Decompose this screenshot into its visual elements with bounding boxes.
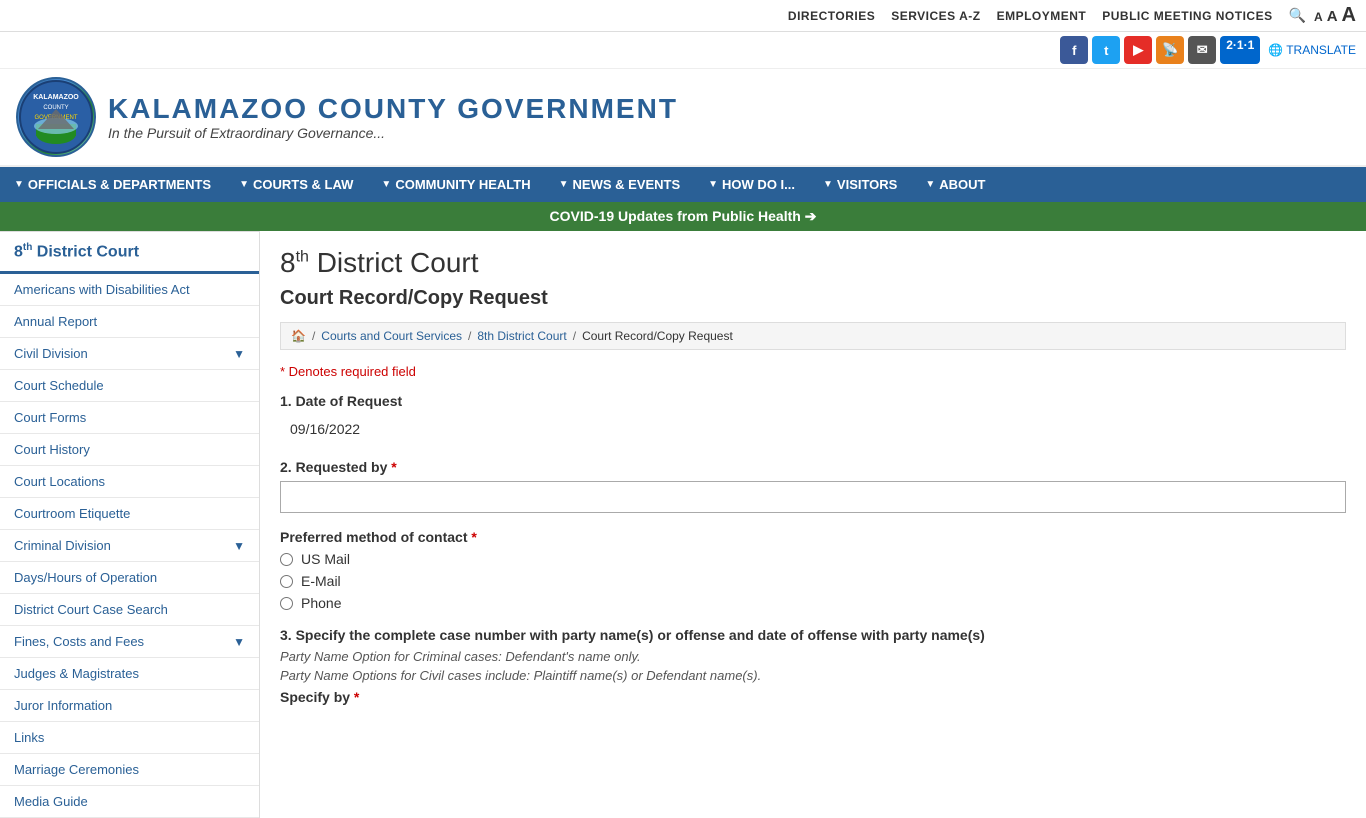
contact-radio-group: US Mail E-Mail Phone (280, 551, 1346, 611)
page-layout: 8th District Court Americans with Disabi… (0, 231, 1366, 818)
sidebar-item-civil[interactable]: Civil Division ▼ (0, 338, 259, 370)
q3-hint2: Party Name Options for Civil cases inclu… (280, 668, 1346, 683)
main-content: 8th District Court Court Record/Copy Req… (260, 231, 1366, 818)
dial-211[interactable]: 2·1·1 (1220, 36, 1260, 64)
translate-link[interactable]: 🌐 TRANSLATE (1268, 43, 1356, 57)
q3-hint1: Party Name Option for Criminal cases: De… (280, 649, 1346, 664)
header: KALAMAZOO COUNTY GOVERNMENT KALAMAZOO CO… (0, 69, 1366, 167)
chevron-down-icon-fines: ▼ (233, 635, 245, 649)
breadcrumb-current: Court Record/Copy Request (582, 329, 733, 343)
employment-link[interactable]: EMPLOYMENT (997, 9, 1087, 23)
sidebar-item-annual-report[interactable]: Annual Report (0, 306, 259, 338)
requestedby-label: 2. Requested by * (280, 459, 1346, 475)
sidebar-item-criminal[interactable]: Criminal Division ▼ (0, 530, 259, 562)
nav-officials[interactable]: ▼ OFFICIALS & DEPARTMENTS (0, 167, 225, 202)
main-nav: ▼ OFFICIALS & DEPARTMENTS ▼ COURTS & LAW… (0, 167, 1366, 202)
breadcrumb-district[interactable]: 8th District Court (477, 329, 566, 343)
top-bar-right: 🔍 A A A (1289, 4, 1356, 27)
specify-by-row: Specify by * (280, 689, 1346, 705)
nav-visitors[interactable]: ▼ VISITORS (809, 167, 911, 202)
email-icon[interactable]: ✉ (1188, 36, 1216, 64)
sidebar-item-media[interactable]: Media Guide (0, 786, 259, 818)
sidebar-item-locations[interactable]: Court Locations (0, 466, 259, 498)
social-icons: f t ▶ 📡 ✉ 2·1·1 (1060, 36, 1260, 64)
search-icon[interactable]: 🔍 (1289, 7, 1306, 24)
youtube-icon[interactable]: ▶ (1124, 36, 1152, 64)
nav-news[interactable]: ▼ NEWS & EVENTS (545, 167, 695, 202)
sidebar-item-links[interactable]: Links (0, 722, 259, 754)
date-value: 09/16/2022 (280, 415, 1346, 443)
sidebar-item-case-search[interactable]: District Court Case Search (0, 594, 259, 626)
facebook-icon[interactable]: f (1060, 36, 1088, 64)
font-medium[interactable]: A (1327, 8, 1338, 25)
sidebar-item-history[interactable]: Court History (0, 434, 259, 466)
nav-community[interactable]: ▼ COMMUNITY HEALTH (367, 167, 544, 202)
radio-usmail: US Mail (280, 551, 1346, 567)
form-section-date: 1. Date of Request 09/16/2022 (280, 393, 1346, 443)
logo-text: KALAMAZOO COUNTY GOVERNMENT In the Pursu… (108, 93, 678, 141)
sidebar-item-forms[interactable]: Court Forms (0, 402, 259, 434)
radio-phone: Phone (280, 595, 1346, 611)
directories-link[interactable]: DIRECTORIES (788, 9, 875, 23)
radio-phone-input[interactable] (280, 597, 293, 610)
font-small[interactable]: A (1314, 10, 1323, 24)
page-title: 8th District Court (280, 247, 1346, 279)
nav-how-do-i[interactable]: ▼ HOW DO I... (694, 167, 809, 202)
county-name: KALAMAZOO COUNTY GOVERNMENT (108, 93, 678, 125)
sidebar-item-fines[interactable]: Fines, Costs and Fees ▼ (0, 626, 259, 658)
radio-usmail-input[interactable] (280, 553, 293, 566)
twitter-icon[interactable]: t (1092, 36, 1120, 64)
breadcrumb-courts[interactable]: Courts and Court Services (321, 329, 462, 343)
radio-email: E-Mail (280, 573, 1346, 589)
sidebar: 8th District Court Americans with Disabi… (0, 231, 260, 818)
page-subtitle: Court Record/Copy Request (280, 287, 1346, 310)
breadcrumb-home[interactable]: 🏠 (291, 329, 306, 343)
sidebar-item-ada[interactable]: Americans with Disabilities Act (0, 274, 259, 306)
sidebar-item-hours[interactable]: Days/Hours of Operation (0, 562, 259, 594)
form-section-case: 3. Specify the complete case number with… (280, 627, 1346, 705)
specify-label: Specify by * (280, 689, 359, 705)
q3-question: 3. Specify the complete case number with… (280, 627, 1346, 643)
sidebar-item-schedule[interactable]: Court Schedule (0, 370, 259, 402)
public-meeting-link[interactable]: PUBLIC MEETING NOTICES (1102, 9, 1272, 23)
svg-text:KALAMAZOO: KALAMAZOO (33, 94, 79, 101)
rss-icon[interactable]: 📡 (1156, 36, 1184, 64)
nav-courts[interactable]: ▼ COURTS & LAW (225, 167, 367, 202)
top-bar: DIRECTORIES SERVICES A-Z EMPLOYMENT PUBL… (0, 0, 1366, 32)
form-section-contact: Preferred method of contact * US Mail E-… (280, 529, 1346, 611)
chevron-down-icon-criminal: ▼ (233, 539, 245, 553)
sidebar-title: 8th District Court (0, 231, 259, 274)
covid-bar[interactable]: COVID-19 Updates from Public Health ➔ (0, 202, 1366, 231)
required-note: * Denotes required field (280, 364, 1346, 379)
county-tagline: In the Pursuit of Extraordinary Governan… (108, 125, 678, 141)
sidebar-item-marriage[interactable]: Marriage Ceremonies (0, 754, 259, 786)
radio-email-input[interactable] (280, 575, 293, 588)
form-section-requestedby: 2. Requested by * (280, 459, 1346, 513)
requestedby-input[interactable] (280, 481, 1346, 513)
sidebar-item-etiquette[interactable]: Courtroom Etiquette (0, 498, 259, 530)
nav-about[interactable]: ▼ ABOUT (911, 167, 999, 202)
breadcrumb: 🏠 / Courts and Court Services / 8th Dist… (280, 322, 1346, 350)
logo-area: KALAMAZOO COUNTY GOVERNMENT KALAMAZOO CO… (16, 77, 678, 157)
date-label: 1. Date of Request (280, 393, 1346, 409)
sidebar-item-judges[interactable]: Judges & Magistrates (0, 658, 259, 690)
contact-label: Preferred method of contact * (280, 529, 1346, 545)
county-logo: KALAMAZOO COUNTY GOVERNMENT (16, 77, 96, 157)
font-resize: A A A (1314, 4, 1356, 27)
font-large[interactable]: A (1342, 4, 1356, 27)
top-bar-links: DIRECTORIES SERVICES A-Z EMPLOYMENT PUBL… (788, 9, 1273, 23)
chevron-down-icon: ▼ (233, 347, 245, 361)
sidebar-item-juror[interactable]: Juror Information (0, 690, 259, 722)
services-link[interactable]: SERVICES A-Z (891, 9, 980, 23)
